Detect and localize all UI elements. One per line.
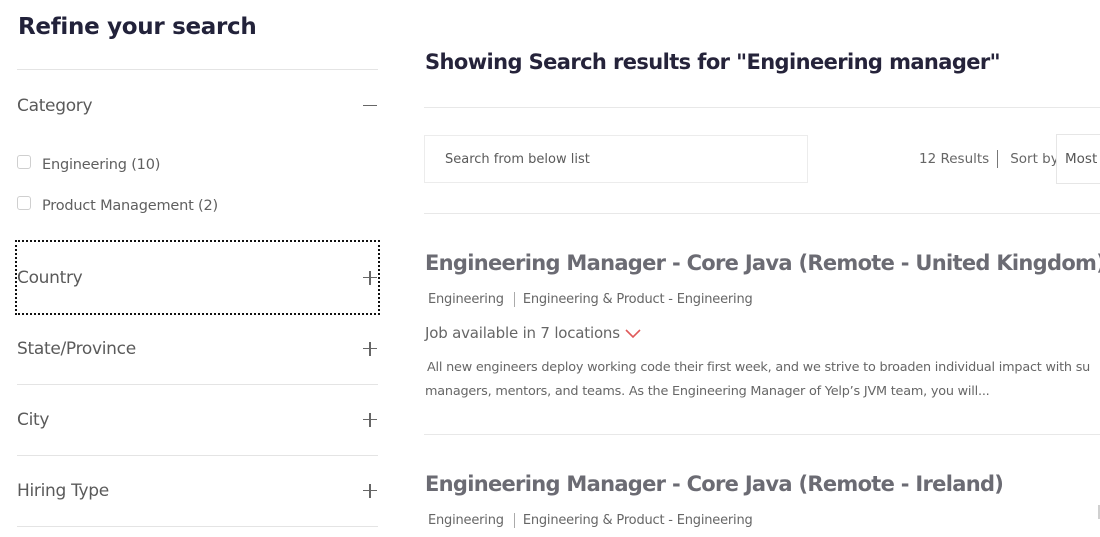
option-label: Engineering (10) [42,157,161,173]
facet-category-header[interactable]: Category [17,84,378,128]
facet-label: City [17,410,50,430]
job-tag: Engineering & Product - Engineering [522,513,753,528]
plus-icon[interactable] [362,270,378,286]
divider [17,69,378,70]
divider [17,526,378,527]
locations-label: Job available in 7 locations [425,324,620,342]
facet-hiring-type-header[interactable]: Hiring Type [17,469,378,513]
chevron-down-icon[interactable] [624,327,642,339]
search-list-input[interactable] [424,135,808,183]
facet-label: Category [17,96,93,116]
divider [17,384,378,385]
option-label: Product Management (2) [42,198,218,214]
facet-label: State/Province [17,339,136,359]
job-description: All new engineers deploy working code th… [425,356,1100,404]
plus-icon[interactable] [362,483,378,499]
description-line: All new engineers deploy working code th… [427,360,1091,375]
facet-label: Country [17,267,83,288]
sidebar-title: Refine your search [18,14,257,40]
results-meta: 12 Results Sort by [919,135,1059,183]
job-tag: Engineering [428,292,504,307]
category-option-engineering[interactable]: Engineering (10) [17,155,161,173]
category-option-product-management[interactable]: Product Management (2) [17,196,218,214]
description-line: managers, mentors, and teams. As the Eng… [425,384,990,399]
facet-label: Hiring Type [17,481,109,501]
checkbox[interactable] [17,155,31,169]
results-title: Showing Search results for "Engineering … [425,50,1001,74]
job-tags: Engineering Engineering & Product - Engi… [428,292,753,307]
plus-icon[interactable] [362,412,378,428]
minus-icon[interactable] [362,98,378,114]
plus-icon[interactable] [362,341,378,357]
results-count: 12 Results [919,151,990,167]
divider [424,213,1100,214]
separator [513,513,515,528]
job-tag: Engineering & Product - Engineering [522,292,753,307]
job-locations-toggle[interactable]: Job available in 7 locations [425,324,642,342]
job-title-link[interactable]: Engineering Manager - Core Java (Remote … [425,251,1100,275]
separator [513,292,515,307]
job-tag: Engineering [428,513,504,528]
checkbox[interactable] [17,196,31,210]
sort-value: Most [1065,151,1098,167]
separator [997,150,999,168]
job-title-link[interactable]: Engineering Manager - Core Java (Remote … [425,472,1004,496]
sort-select[interactable]: Most [1056,134,1100,184]
facet-city-header[interactable]: City [17,398,378,442]
sort-label: Sort by [1010,151,1059,167]
divider [424,434,1100,435]
job-tags: Engineering Engineering & Product - Engi… [428,513,753,528]
facet-country-header[interactable]: Country [15,240,380,315]
divider [17,455,378,456]
facet-state-header[interactable]: State/Province [17,327,378,371]
divider [424,107,1100,108]
